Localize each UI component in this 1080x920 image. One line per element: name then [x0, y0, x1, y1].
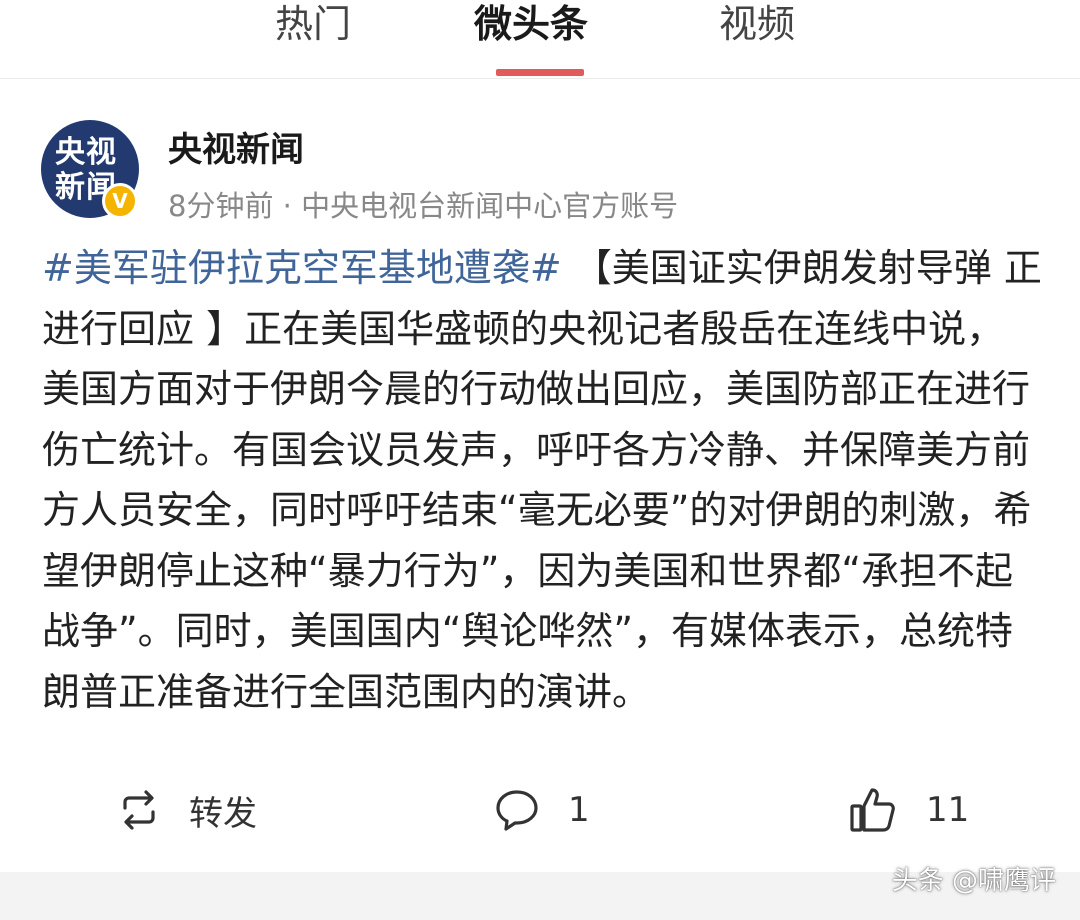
- post-body: #美军驻伊拉克空军基地遭袭# 【美国证实伊朗发射导弹 正进行回应 】正在美国华盛…: [42, 238, 1042, 722]
- share-button[interactable]: 转发: [117, 780, 257, 840]
- active-tab-indicator: [496, 69, 584, 76]
- post-meta: 8分钟前 · 中央电视台新闻中心官方账号: [168, 189, 679, 223]
- like-count: 11: [926, 790, 970, 830]
- top-tab-bar: 热门 微头条 视频: [0, 0, 1080, 79]
- post-text: 【美国证实伊朗发射导弹 正进行回应 】正在美国华盛顿的央视记者殷岳在连线中说，美…: [42, 246, 1042, 714]
- thumbs-up-icon: [848, 786, 898, 834]
- comment-button[interactable]: 1: [494, 780, 590, 840]
- tab-micro-headline[interactable]: 微头条: [474, 0, 588, 54]
- like-button[interactable]: 11: [848, 780, 969, 840]
- tab-video[interactable]: 视频: [719, 0, 795, 54]
- repost-icon: [117, 788, 161, 832]
- verified-badge-icon: V: [102, 183, 138, 219]
- share-label: 转发: [189, 793, 257, 834]
- comment-icon: [494, 787, 540, 833]
- hashtag-link[interactable]: #美军驻伊拉克空军基地遭袭#: [42, 246, 562, 290]
- watermark: 头条 @啸鹰评: [891, 866, 1056, 896]
- author-name[interactable]: 央视新闻: [168, 122, 304, 171]
- tab-hot[interactable]: 热门: [275, 0, 351, 54]
- comment-count: 1: [568, 790, 590, 830]
